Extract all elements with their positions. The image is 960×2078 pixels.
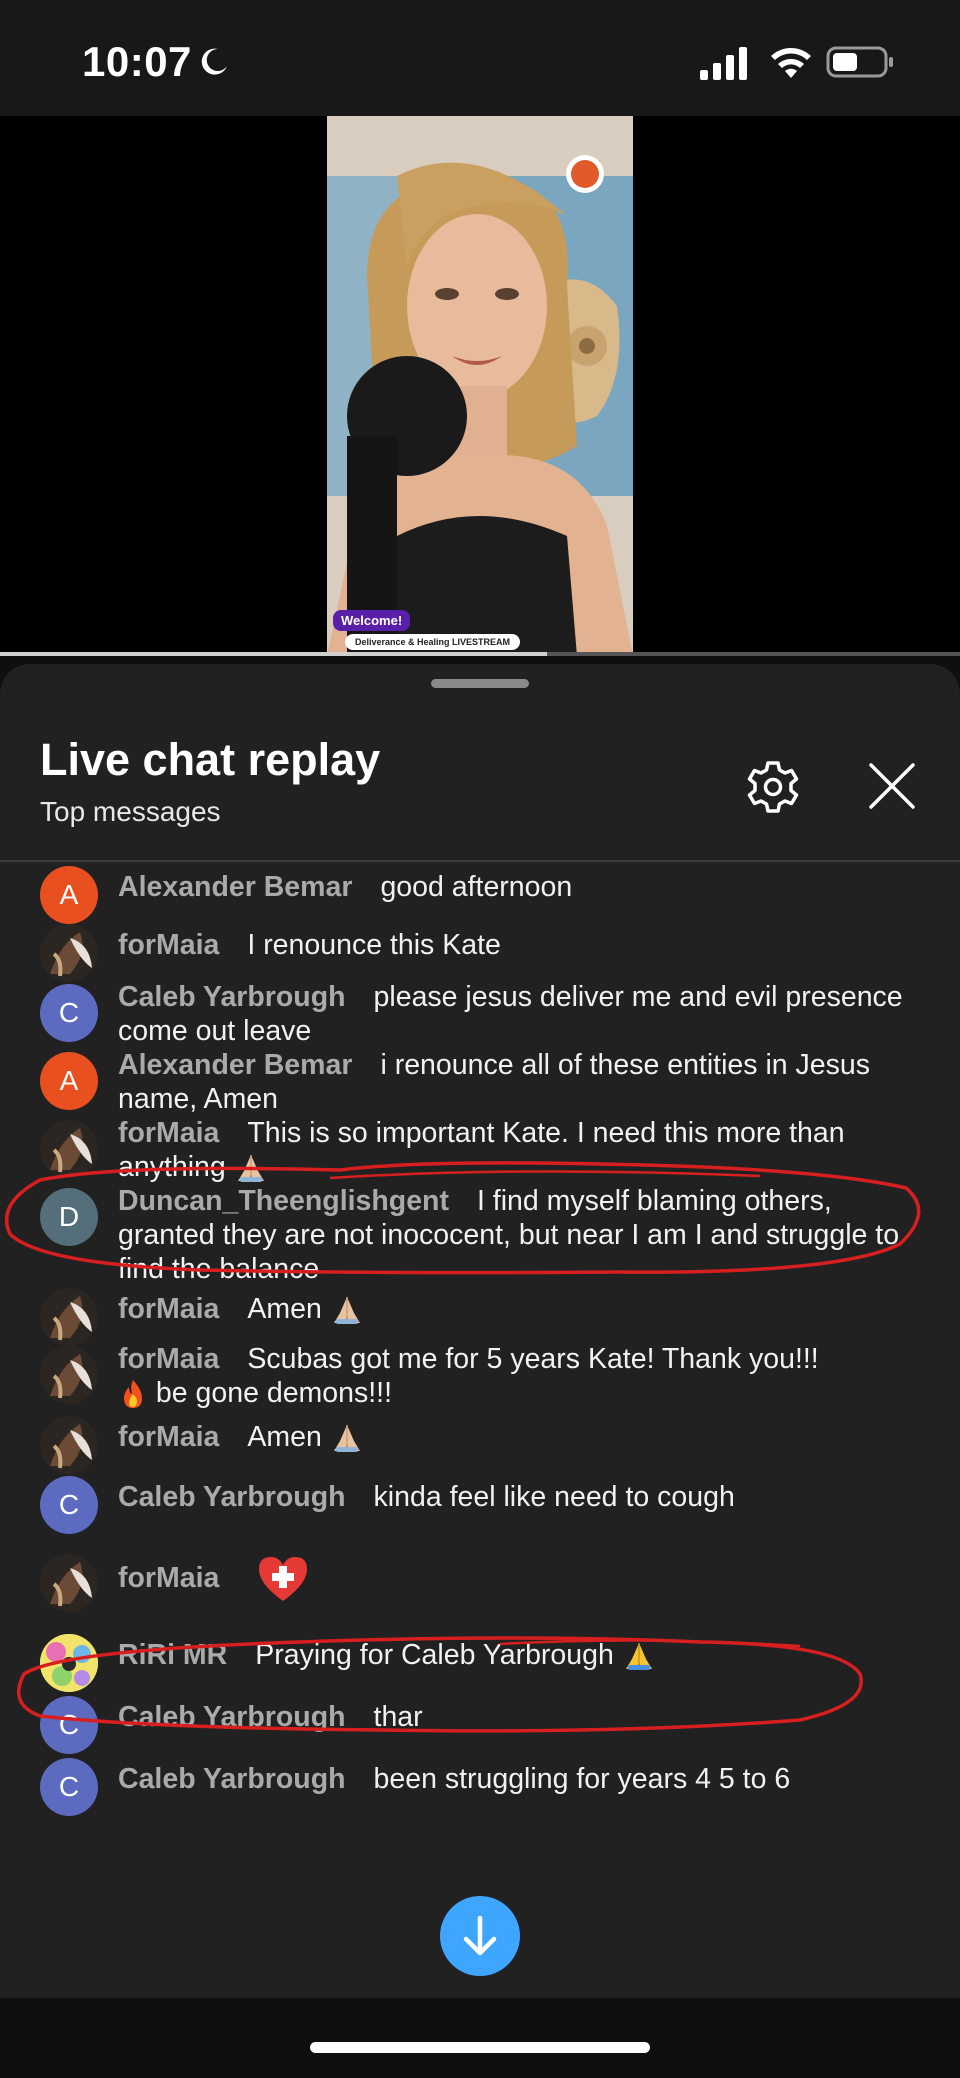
message-text: kinda feel like need to cough — [373, 1481, 735, 1513]
close-icon[interactable] — [866, 760, 918, 812]
message-text: Scubas got me for 5 years Kate! Thank yo… — [247, 1343, 819, 1375]
video-progress-fill — [0, 652, 548, 656]
formaia-avatar-image — [40, 1416, 98, 1474]
avatar[interactable]: A — [40, 866, 98, 924]
avatar[interactable]: D — [40, 1188, 98, 1246]
livestream-banner: Deliverance & Healing LIVESTREAM — [345, 634, 521, 650]
arrow-down-icon — [463, 1915, 497, 1956]
folded-hands-emoji — [625, 1643, 652, 1671]
avatar[interactable] — [40, 1554, 98, 1612]
author-name[interactable]: forMaia — [118, 1421, 219, 1453]
message-text: Praying for Caleb Yarbrough — [255, 1639, 614, 1671]
message-body: forMaia This is so important Kate. I need… — [118, 1116, 918, 1185]
message-body: Alexander Bemar i renounce all of these e… — [118, 1048, 918, 1116]
welcome-banner: Welcome! — [333, 610, 411, 631]
status-time: 10:07 — [82, 38, 192, 85]
author-name[interactable]: forMaia — [118, 1293, 219, 1325]
riri-avatar-image — [40, 1634, 98, 1692]
message-text: good afternoon — [380, 871, 573, 903]
avatar[interactable] — [40, 1416, 98, 1474]
gear-icon[interactable] — [744, 758, 802, 816]
formaia-avatar-image — [40, 1288, 98, 1346]
message-text: Amen — [247, 1421, 322, 1453]
drag-handle[interactable] — [431, 679, 529, 688]
home-indicator[interactable] — [310, 2042, 650, 2053]
message-body: forMaia Amen — [118, 1292, 918, 1327]
scroll-to-bottom-button[interactable] — [440, 1896, 520, 1976]
avatar[interactable] — [40, 1634, 98, 1692]
message-body: Caleb Yarbrough been struggling for years… — [118, 1762, 918, 1796]
folded-hands-emoji — [333, 1297, 360, 1325]
avatar[interactable] — [40, 1346, 98, 1404]
panel-title: Live chat replay — [40, 734, 381, 785]
author-name[interactable]: Caleb Yarbrough — [118, 1701, 346, 1733]
message-text: thar — [373, 1701, 423, 1733]
message-body: forMaia — [118, 1554, 918, 1604]
message-body: Caleb Yarbrough thar — [118, 1700, 918, 1734]
red-cross-heart-emoji — [259, 1557, 308, 1601]
message-text: been struggling for years 4 5 to 6 — [373, 1763, 791, 1795]
moon-icon — [201, 48, 227, 75]
author-name[interactable]: RiRi MR — [118, 1639, 227, 1671]
chat-message-list[interactable]: A Alexander Bemar good afternoon forMaia I… — [0, 862, 960, 1998]
wifi-icon — [771, 48, 811, 78]
folded-hands-emoji — [333, 1425, 360, 1453]
message-text-continued: be gone demons!!! — [155, 1377, 393, 1409]
status-bar: 10:07 — [0, 0, 960, 116]
author-name[interactable]: Caleb Yarbrough — [118, 981, 346, 1013]
author-name[interactable]: Duncan_Theenglishgent — [118, 1185, 449, 1217]
formaia-avatar-image — [40, 1554, 98, 1612]
author-name[interactable]: forMaia — [118, 1117, 219, 1149]
avatar[interactable] — [40, 1288, 98, 1346]
cellular-signal-icon — [700, 47, 747, 80]
avatar[interactable]: A — [40, 1052, 98, 1110]
message-body: forMaia Scubas got me for 5 years Kate! T… — [118, 1342, 918, 1410]
chat-filter-dropdown[interactable]: Top messages — [40, 796, 221, 828]
video-frame[interactable]: Welcome! Deliverance & Healing LIVESTREA… — [327, 116, 633, 656]
message-body: Caleb Yarbrough kinda feel like need to c… — [118, 1480, 918, 1514]
avatar[interactable]: C — [40, 1476, 98, 1534]
message-body: forMaia I renounce this Kate — [118, 928, 918, 962]
avatar[interactable] — [40, 924, 98, 982]
author-name[interactable]: Caleb Yarbrough — [118, 1481, 346, 1513]
message-body: RiRi MR Praying for Caleb Yarbrough — [118, 1638, 918, 1673]
folded-hands-emoji — [237, 1155, 264, 1183]
message-text: I renounce this Kate — [247, 929, 501, 961]
message-text: Amen — [247, 1293, 322, 1325]
author-name[interactable]: forMaia — [118, 1343, 219, 1375]
author-name[interactable]: Alexander Bemar — [118, 871, 352, 903]
avatar[interactable]: C — [40, 1758, 98, 1816]
formaia-avatar-image — [40, 924, 98, 982]
message-body: Caleb Yarbrough please jesus deliver me a… — [118, 980, 918, 1048]
battery-icon — [826, 46, 893, 78]
message-body: Duncan_Theenglishgent I find myself blami… — [118, 1184, 918, 1286]
author-name[interactable]: forMaia — [118, 1562, 219, 1594]
avatar[interactable]: C — [40, 984, 98, 1042]
home-bar-area — [0, 1998, 960, 2078]
video-player[interactable]: Welcome! Deliverance & Healing LIVESTREA… — [0, 116, 960, 727]
video-still-image — [327, 116, 633, 656]
message-body: forMaia Amen — [118, 1420, 918, 1455]
formaia-avatar-image — [40, 1346, 98, 1404]
author-name[interactable]: Alexander Bemar — [118, 1049, 352, 1081]
author-name[interactable]: forMaia — [118, 929, 219, 961]
author-name[interactable]: Caleb Yarbrough — [118, 1763, 346, 1795]
avatar[interactable] — [40, 1120, 98, 1178]
message-body: Alexander Bemar good afternoon — [118, 870, 918, 904]
message-text: This is so important Kate. I need this m… — [118, 1117, 845, 1183]
formaia-avatar-image — [40, 1120, 98, 1178]
fire-emoji — [124, 1380, 142, 1409]
avatar[interactable]: C — [40, 1696, 98, 1754]
live-chat-panel: Live chat replay Top messages A Alexande… — [0, 664, 960, 2078]
